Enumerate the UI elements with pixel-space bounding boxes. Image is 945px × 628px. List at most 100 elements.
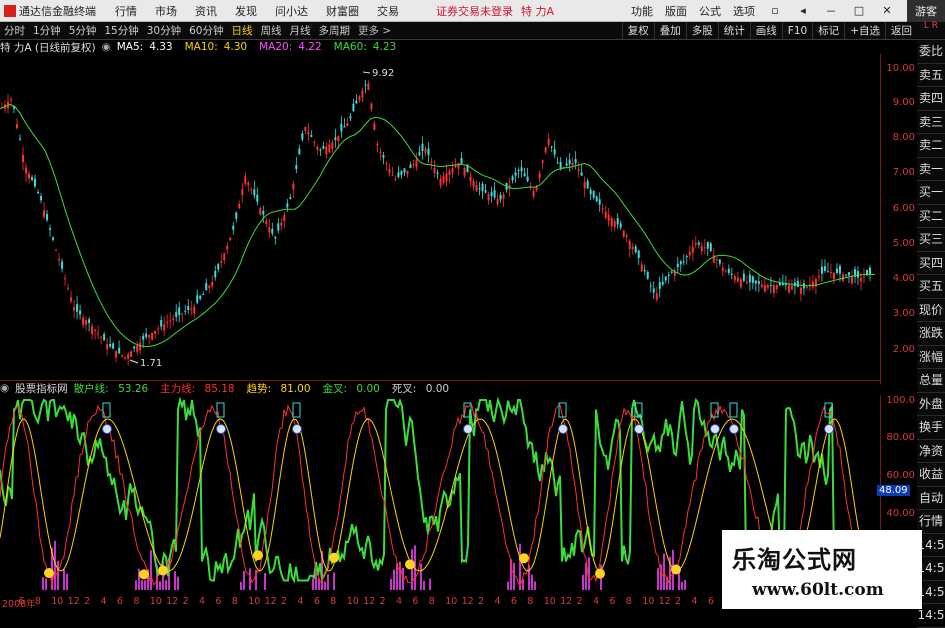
multi-stock-button[interactable]: 多股: [685, 22, 718, 39]
return-button[interactable]: 返回: [885, 22, 917, 39]
retail-line-value: 散户线: 53.26: [73, 382, 149, 395]
time-axis-label: 6: [313, 596, 320, 607]
side-tab[interactable]: 净资: [917, 440, 945, 463]
watermark-url: www.60lt.com: [752, 580, 884, 600]
side-tab[interactable]: 收益: [917, 463, 945, 487]
menu-item-trade[interactable]: 交易: [368, 3, 408, 19]
side-tab[interactable]: 涨跌: [917, 322, 945, 346]
side-tab[interactable]: 卖二: [917, 134, 945, 158]
indicator-bar: [423, 580, 425, 590]
candle-body: [664, 276, 667, 281]
candle-body: [724, 271, 727, 273]
side-tab[interactable]: 卖三: [917, 111, 945, 134]
candle-body: [394, 178, 397, 180]
period-1min[interactable]: 1分钟: [29, 23, 65, 38]
period-5min[interactable]: 5分钟: [65, 23, 101, 38]
time-axis-label: 2: [84, 596, 91, 607]
candle-body: [613, 221, 616, 228]
menu-item-options[interactable]: 选项: [727, 3, 761, 19]
candle-body: [625, 235, 628, 237]
f10-button[interactable]: F10: [781, 22, 812, 39]
candle-body: [187, 306, 190, 311]
candle-body: [406, 170, 409, 174]
period-daily[interactable]: 日线: [228, 23, 257, 38]
side-tab[interactable]: 卖一: [917, 158, 945, 181]
candle-body: [832, 272, 835, 280]
candle-body: [265, 220, 268, 225]
draw-line-button[interactable]: 画线: [749, 22, 782, 39]
side-tab[interactable]: 现价: [917, 299, 945, 322]
indicator-tick: 80.00: [886, 432, 915, 443]
maximize-icon[interactable]: □: [845, 4, 873, 17]
side-tab[interactable]: 换手: [917, 416, 945, 440]
candle-body: [160, 320, 163, 327]
candle-body: [823, 266, 826, 271]
close-icon[interactable]: ✕: [873, 4, 901, 17]
side-tab[interactable]: 委比: [917, 40, 945, 64]
side-tab[interactable]: 买四: [917, 252, 945, 275]
side-tab[interactable]: 买五: [917, 275, 945, 299]
top-signal-face-icon: [292, 424, 302, 434]
candle-body: [28, 173, 31, 179]
menu-item-news[interactable]: 资讯: [186, 3, 226, 19]
menu-item-quotes[interactable]: 行情: [106, 3, 146, 19]
candle-body: [415, 159, 418, 168]
candle-body: [409, 164, 412, 169]
menu-item-ask[interactable]: 问小达: [266, 3, 317, 19]
menu-item-layout[interactable]: 版面: [659, 3, 693, 19]
price-tick: 2.00: [892, 344, 915, 355]
ma-settings-icon[interactable]: ◉: [102, 41, 111, 53]
candle-body: [313, 141, 316, 143]
candle-body: [82, 317, 85, 325]
candle-body: [274, 237, 277, 239]
side-tab[interactable]: 买三: [917, 228, 945, 252]
menu-item-wealth[interactable]: 财富圈: [317, 3, 368, 19]
golden-cross-value: 金叉: 0.00: [322, 382, 380, 395]
add-watchlist-button[interactable]: +自选: [844, 22, 885, 39]
statistics-button[interactable]: 统计: [717, 22, 750, 39]
side-tab[interactable]: 涨幅: [917, 346, 945, 369]
candle-body: [43, 210, 46, 217]
right-menu-group: 功能 版面 公式 选项 ▫ ◂ － □ ✕ 游客: [625, 0, 945, 22]
ma60-line: [0, 103, 876, 348]
side-tab[interactable]: 买二: [917, 205, 945, 228]
menu-item-formula[interactable]: 公式: [693, 3, 727, 19]
period-more[interactable]: 更多 >: [354, 23, 395, 38]
side-tab[interactable]: 买一: [917, 181, 945, 205]
candle-body: [652, 288, 655, 293]
candle-body: [520, 167, 523, 172]
back-icon[interactable]: ◂: [789, 4, 817, 17]
indicator-settings-icon[interactable]: ◉: [0, 382, 9, 394]
candle-body: [424, 148, 427, 153]
restore-icon[interactable]: ▫: [761, 4, 789, 17]
candle-body: [19, 138, 22, 140]
guest-button[interactable]: 游客: [907, 0, 945, 22]
menu-item-discover[interactable]: 发现: [226, 3, 266, 19]
ma20-label: MA20: 4.22: [259, 41, 322, 53]
candle-body: [112, 343, 115, 349]
minimize-icon[interactable]: －: [817, 3, 845, 19]
side-tab[interactable]: 总量: [917, 369, 945, 393]
candle-body: [301, 133, 304, 140]
time-axis-label: 10: [445, 596, 458, 607]
overlay-button[interactable]: 叠加: [653, 22, 686, 39]
period-60min[interactable]: 60分钟: [185, 23, 227, 38]
period-15min[interactable]: 15分钟: [100, 23, 142, 38]
mark-button[interactable]: 标记: [812, 22, 844, 39]
side-tab[interactable]: 卖五: [917, 64, 945, 87]
menu-item-market[interactable]: 市场: [146, 3, 186, 19]
period-weekly[interactable]: 周线: [257, 23, 286, 38]
side-tab[interactable]: 卖四: [917, 87, 945, 111]
period-monthly[interactable]: 月线: [286, 23, 315, 38]
price-chart[interactable]: 9.92 1.71: [0, 54, 880, 374]
period-multi[interactable]: 多周期: [315, 23, 355, 38]
side-tab[interactable]: 自动: [917, 487, 945, 510]
candle-body: [484, 190, 487, 193]
menu-item-function[interactable]: 功能: [625, 3, 659, 19]
adjust-button[interactable]: 复权: [621, 22, 654, 39]
indicator-bar: [312, 578, 314, 590]
period-30min[interactable]: 30分钟: [143, 23, 185, 38]
period-intraday[interactable]: 分时: [0, 23, 29, 38]
candle-body: [835, 268, 838, 274]
side-tab[interactable]: 外盘: [917, 393, 945, 416]
